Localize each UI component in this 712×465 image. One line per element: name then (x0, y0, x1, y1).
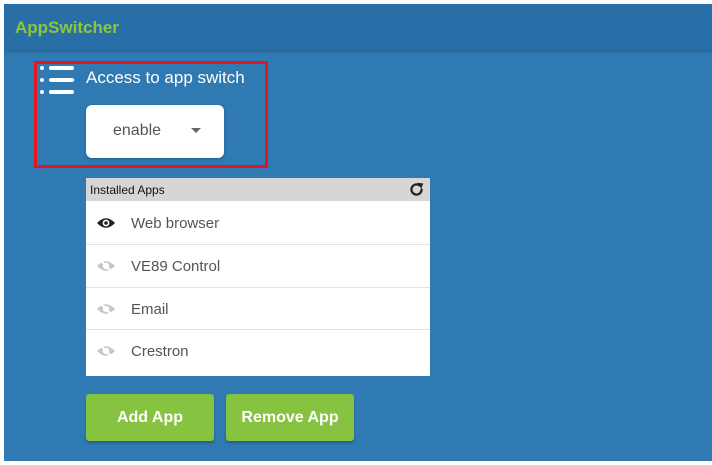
app-name: Email (131, 301, 169, 318)
eye-off-icon[interactable] (96, 258, 116, 274)
refresh-icon[interactable] (408, 181, 425, 198)
app-name: Crestron (131, 343, 189, 360)
eye-icon[interactable] (96, 215, 116, 231)
app-switcher-panel: AppSwitcher Access to app switch enable … (4, 4, 712, 461)
app-name: VE89 Control (131, 258, 221, 275)
app-title: AppSwitcher (15, 18, 119, 37)
app-name: Web browser (131, 215, 220, 232)
add-app-button[interactable]: Add App (86, 394, 214, 441)
eye-off-icon[interactable] (96, 343, 116, 359)
app-list-item-crestron[interactable]: Crestron (86, 329, 430, 372)
installed-apps-list: Installed Apps Web browser VE89 Control (86, 178, 430, 376)
highlight-box (34, 61, 268, 168)
installed-apps-header-label: Installed Apps (90, 183, 165, 197)
eye-off-icon[interactable] (96, 301, 116, 317)
installed-apps-header: Installed Apps (86, 178, 430, 201)
title-bar: AppSwitcher (4, 4, 712, 50)
app-list-item-ve89-control[interactable]: VE89 Control (86, 244, 430, 287)
app-list-item-email[interactable]: Email (86, 287, 430, 330)
app-list-item-web-browser[interactable]: Web browser (86, 202, 430, 244)
remove-app-button[interactable]: Remove App (226, 394, 354, 441)
